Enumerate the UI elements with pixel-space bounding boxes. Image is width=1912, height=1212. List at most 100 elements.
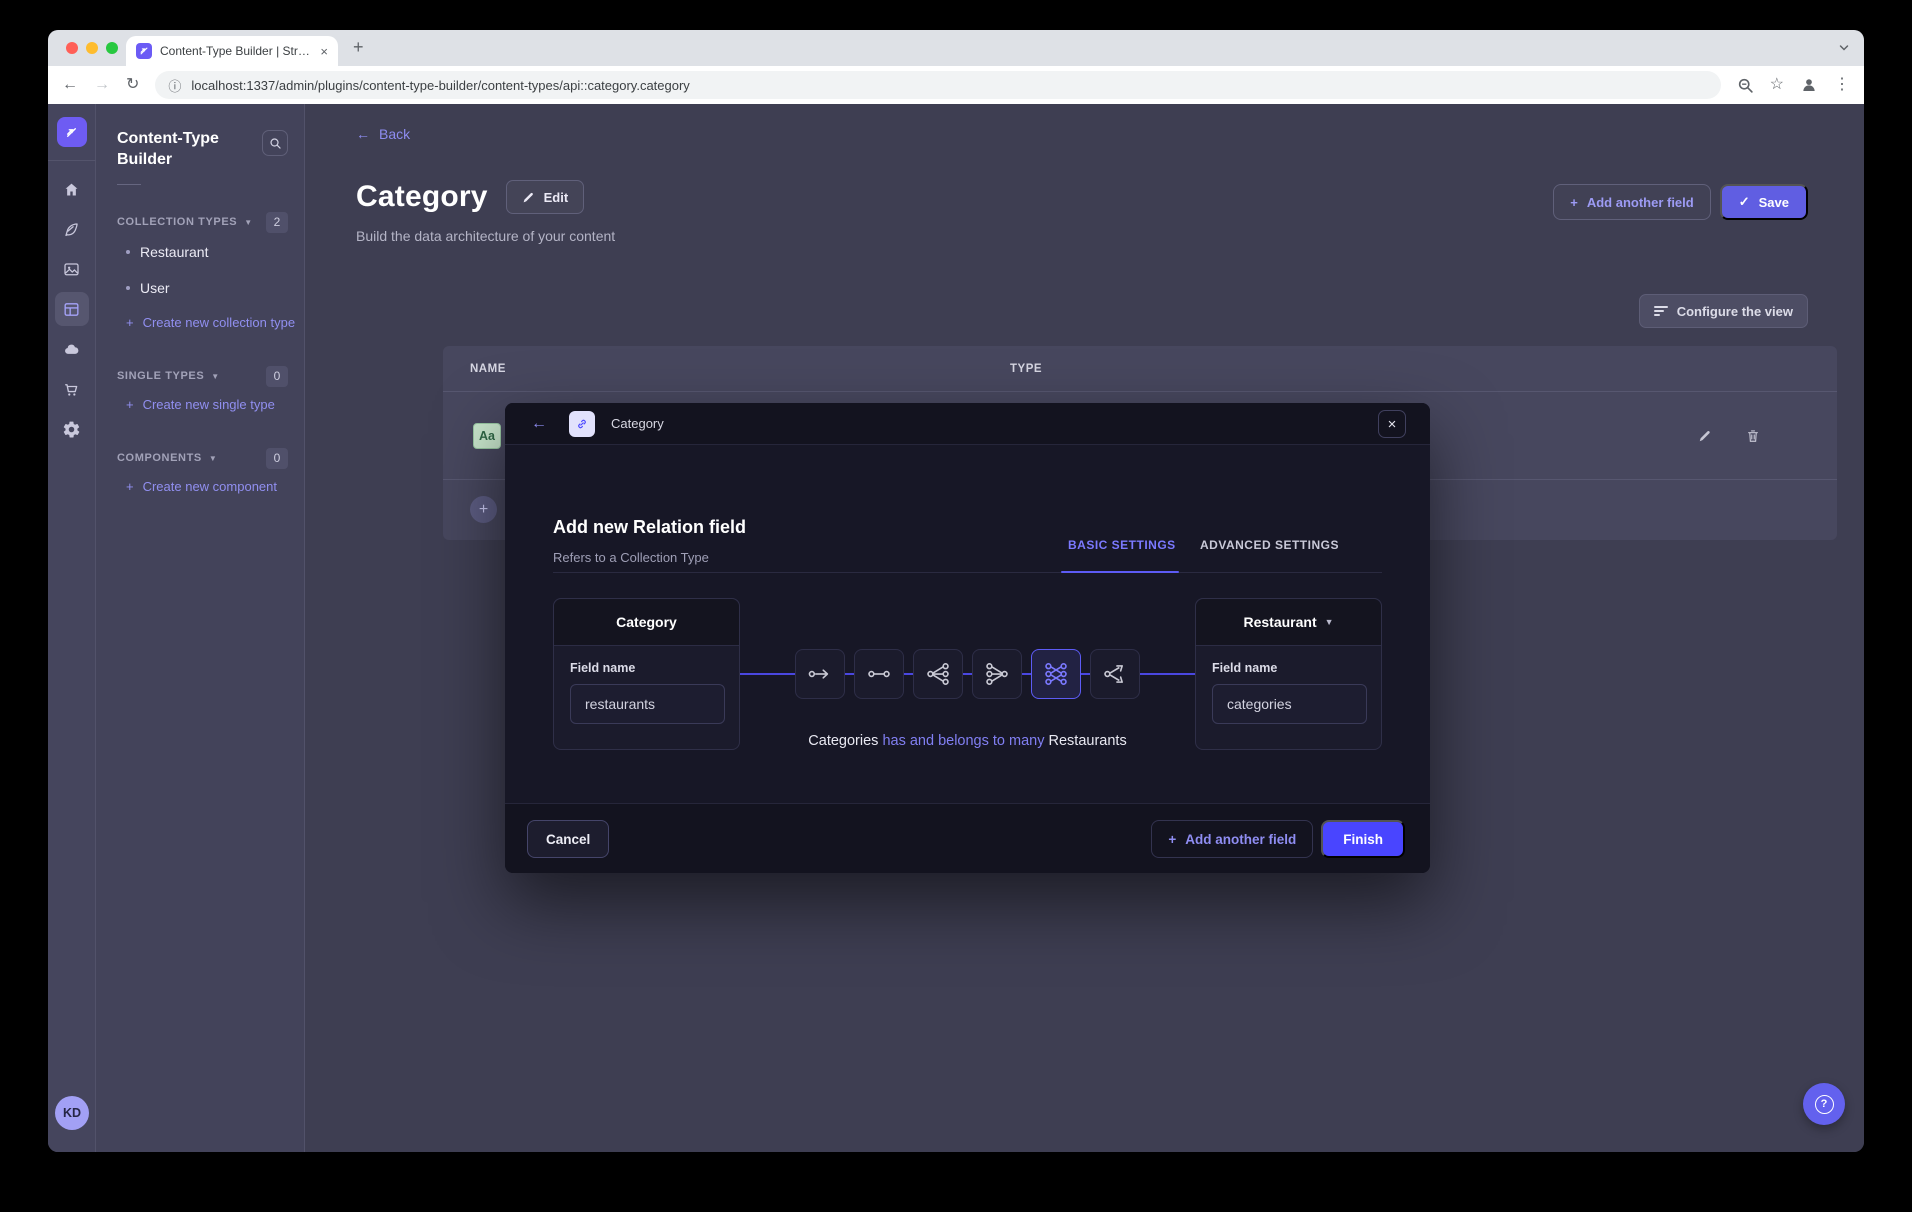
target-card: Restaurant ▼ Field name bbox=[1195, 598, 1382, 750]
delete-field-icon[interactable] bbox=[1739, 422, 1767, 450]
browser-tab-strip: Content-Type Builder | Strapi × + bbox=[48, 30, 1864, 66]
relation-many-to-many-icon[interactable] bbox=[1031, 649, 1081, 699]
chevron-down-icon: ▼ bbox=[244, 218, 252, 227]
edit-label: Edit bbox=[544, 190, 569, 205]
relation-many-to-one-icon[interactable] bbox=[972, 649, 1022, 699]
search-icon[interactable] bbox=[262, 130, 288, 156]
reload-icon[interactable]: ↻ bbox=[126, 77, 139, 93]
sidebar-item-user[interactable]: User bbox=[96, 270, 304, 306]
close-icon[interactable]: × bbox=[1378, 410, 1406, 438]
new-tab-button[interactable]: + bbox=[353, 37, 364, 58]
create-single-type-link[interactable]: + Create new single type bbox=[96, 388, 304, 421]
source-field-label: Field name bbox=[570, 661, 635, 675]
tab-advanced-settings[interactable]: ADVANCED SETTINGS bbox=[1200, 538, 1339, 552]
modal-footer-actions: + Add another field Finish bbox=[1151, 820, 1405, 858]
tab-basic-settings[interactable]: BASIC SETTINGS bbox=[1068, 538, 1176, 552]
modal-heading: Add new Relation field bbox=[553, 517, 746, 538]
address-bar[interactable]: ⓘ localhost:1337/admin/plugins/content-t… bbox=[155, 71, 1720, 99]
modal-add-another-field-label: Add another field bbox=[1185, 832, 1296, 847]
bookmark-star-icon[interactable]: ☆ bbox=[1770, 77, 1784, 93]
sidebar-item-label: User bbox=[140, 280, 170, 296]
target-select[interactable]: Restaurant ▼ bbox=[1196, 599, 1381, 646]
toolbar-right-icons: ☆ ⋮ bbox=[1737, 76, 1850, 94]
add-another-field-label: Add another field bbox=[1587, 195, 1694, 210]
source-field-input[interactable] bbox=[570, 684, 725, 724]
finish-button[interactable]: Finish bbox=[1321, 820, 1405, 858]
tab-search-chevron-icon[interactable] bbox=[1838, 41, 1850, 59]
single-types-header[interactable]: SINGLE TYPES ▼ 0 bbox=[96, 364, 304, 388]
forward-nav-icon[interactable]: → bbox=[94, 77, 110, 93]
relation-link-icon bbox=[569, 411, 595, 437]
components-count: 0 bbox=[266, 448, 288, 469]
create-collection-type-link[interactable]: + Create new collection type bbox=[96, 306, 304, 339]
modal-add-another-field-button[interactable]: + Add another field bbox=[1151, 820, 1313, 858]
settings-gear-icon[interactable] bbox=[55, 412, 89, 446]
bullet-dot-icon bbox=[126, 250, 130, 254]
rail-divider bbox=[48, 160, 96, 161]
content-manager-icon[interactable] bbox=[55, 212, 89, 246]
help-button[interactable]: ? bbox=[1803, 1083, 1845, 1125]
page-title: Category bbox=[356, 180, 488, 214]
collection-types-count: 2 bbox=[266, 212, 288, 233]
media-library-icon[interactable] bbox=[55, 252, 89, 286]
save-button[interactable]: ✓ Save bbox=[1720, 184, 1808, 220]
create-single-type-label: Create new single type bbox=[143, 397, 275, 412]
back-link[interactable]: ← Back bbox=[356, 126, 410, 142]
browser-tab[interactable]: Content-Type Builder | Strapi × bbox=[126, 36, 338, 66]
text-field-type-badge: Aa bbox=[473, 423, 501, 449]
relation-one-to-one-icon[interactable] bbox=[854, 649, 904, 699]
source-card-title: Category bbox=[554, 599, 739, 646]
relation-one-to-many-icon[interactable] bbox=[913, 649, 963, 699]
bullet-dot-icon bbox=[126, 286, 130, 290]
relation-one-way-icon[interactable] bbox=[795, 649, 845, 699]
user-avatar[interactable]: KD bbox=[55, 1096, 89, 1130]
close-window-button[interactable] bbox=[66, 42, 78, 54]
column-name: NAME bbox=[470, 363, 506, 375]
strapi-favicon-icon bbox=[136, 43, 152, 59]
edit-button[interactable]: Edit bbox=[506, 180, 585, 214]
collection-types-label: COLLECTION TYPES bbox=[117, 216, 237, 228]
browser-menu-icon[interactable]: ⋮ bbox=[1834, 77, 1850, 93]
add-another-field-button[interactable]: + Add another field bbox=[1553, 184, 1710, 220]
components-header[interactable]: COMPONENTS ▼ 0 bbox=[96, 446, 304, 470]
zoom-window-button[interactable] bbox=[106, 42, 118, 54]
configure-view-button[interactable]: Configure the view bbox=[1639, 294, 1808, 328]
chevron-down-icon: ▼ bbox=[211, 372, 219, 381]
sidebar-title-divider bbox=[117, 184, 141, 185]
back-nav-icon[interactable]: ← bbox=[62, 77, 78, 93]
table-header: NAME TYPE bbox=[443, 346, 1837, 392]
plus-icon: + bbox=[126, 397, 134, 412]
back-label: Back bbox=[379, 126, 410, 142]
tab-close-icon[interactable]: × bbox=[320, 44, 328, 59]
header-actions: + Add another field ✓ Save bbox=[1553, 184, 1808, 220]
plus-icon: + bbox=[1570, 195, 1578, 210]
relation-sentence: Categories has and belongs to many Resta… bbox=[740, 733, 1195, 749]
minimize-window-button[interactable] bbox=[86, 42, 98, 54]
modal-header: ← Category × bbox=[505, 403, 1430, 445]
browser-window: Content-Type Builder | Strapi × + ← → ↻ … bbox=[48, 30, 1864, 1152]
strapi-logo[interactable] bbox=[57, 117, 87, 147]
edit-field-icon[interactable] bbox=[1691, 422, 1719, 450]
configure-view-label: Configure the view bbox=[1677, 304, 1793, 319]
single-types-section: SINGLE TYPES ▼ 0 + Create new single typ… bbox=[96, 364, 304, 421]
create-component-link[interactable]: + Create new component bbox=[96, 470, 304, 503]
list-settings-icon bbox=[1654, 306, 1668, 316]
collection-types-section: COLLECTION TYPES ▼ 2 Restaurant User + C… bbox=[96, 210, 304, 339]
relation-many-way-icon[interactable] bbox=[1090, 649, 1140, 699]
page-subtitle: Build the data architecture of your cont… bbox=[356, 228, 615, 244]
profile-icon[interactable] bbox=[1800, 76, 1818, 94]
cancel-button[interactable]: Cancel bbox=[527, 820, 609, 858]
cloud-icon[interactable] bbox=[55, 332, 89, 366]
target-field-input[interactable] bbox=[1212, 684, 1367, 724]
site-info-icon[interactable]: ⓘ bbox=[168, 76, 181, 95]
content-type-builder-icon[interactable] bbox=[55, 292, 89, 326]
marketplace-cart-icon[interactable] bbox=[55, 372, 89, 406]
url-text[interactable]: localhost:1337/admin/plugins/content-typ… bbox=[191, 78, 689, 93]
collection-types-header[interactable]: COLLECTION TYPES ▼ 2 bbox=[96, 210, 304, 234]
sidebar-item-restaurant[interactable]: Restaurant bbox=[96, 234, 304, 270]
home-icon[interactable] bbox=[55, 172, 89, 206]
nav-rail: KD bbox=[48, 104, 96, 1152]
modal-back-arrow-icon[interactable]: ← bbox=[531, 415, 547, 433]
chevron-down-icon: ▼ bbox=[209, 454, 217, 463]
zoom-page-icon[interactable] bbox=[1737, 77, 1754, 94]
